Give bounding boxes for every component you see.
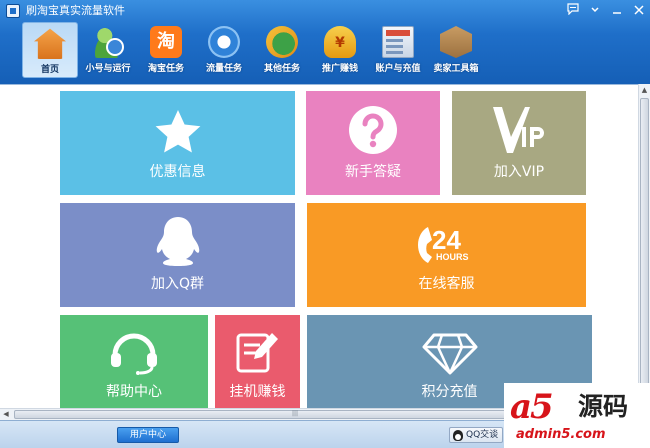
nav-item-home[interactable]: 首页 bbox=[22, 22, 78, 78]
tile-offers[interactable]: 优惠信息 bbox=[60, 91, 295, 195]
headset-icon bbox=[109, 329, 159, 375]
qq-penguin-icon bbox=[155, 215, 201, 267]
tile-idle-earn[interactable]: 挂机赚钱 bbox=[215, 315, 300, 415]
home-icon bbox=[34, 28, 66, 59]
menu-icon[interactable] bbox=[584, 0, 606, 22]
account-window-icon bbox=[382, 26, 414, 58]
question-icon bbox=[348, 105, 398, 155]
vip-icon bbox=[491, 105, 547, 155]
user-center-button[interactable]: 用户中心 bbox=[117, 427, 179, 443]
nav-item-accounts-run[interactable]: 小号与运行 bbox=[80, 22, 136, 78]
tile-online-service[interactable]: 24 HOURS 在线客服 bbox=[307, 203, 586, 307]
phone-24h-icon: 24 HOURS bbox=[414, 223, 480, 267]
tile-label: 新手答疑 bbox=[345, 164, 401, 180]
feedback-icon[interactable] bbox=[562, 0, 584, 22]
tile-label: 加入Q群 bbox=[150, 276, 205, 292]
nav-item-other-tasks[interactable]: 其他任务 bbox=[254, 22, 310, 78]
watermark-a5: a5 bbox=[510, 387, 554, 427]
toolbox-icon bbox=[440, 26, 472, 58]
nav-label: 账户与充值 bbox=[375, 64, 421, 74]
tile-label: 帮助中心 bbox=[106, 384, 162, 400]
app-icon bbox=[6, 4, 20, 18]
watermark-domain: admin5.com bbox=[516, 427, 606, 442]
tile-faq[interactable]: 新手答疑 bbox=[306, 91, 440, 195]
scroll-grip-icon: ||| bbox=[292, 410, 299, 417]
taobao-icon: 淘 bbox=[150, 26, 182, 58]
refresh-globe-icon bbox=[208, 26, 240, 58]
nav-label: 其他任务 bbox=[263, 64, 300, 74]
main-nav: 首页 小号与运行 淘 淘宝任务 流量任务 其他任务 ¥ 推广赚钱 账户与充值 卖… bbox=[22, 22, 484, 80]
nav-label: 流量任务 bbox=[205, 64, 242, 74]
watermark-logo: a5 源码 admin5.com bbox=[504, 383, 650, 448]
star-icon bbox=[154, 109, 202, 155]
scroll-up-icon[interactable]: ▲ bbox=[639, 84, 650, 96]
close-icon[interactable] bbox=[628, 0, 650, 22]
money-bag-icon: ¥ bbox=[324, 26, 356, 58]
nav-item-promotion[interactable]: ¥ 推广赚钱 bbox=[312, 22, 368, 78]
diamond-icon bbox=[422, 333, 478, 375]
user-clock-icon bbox=[92, 26, 124, 58]
tile-qq-group[interactable]: 加入Q群 bbox=[60, 203, 295, 307]
tile-vip[interactable]: 加入VIP bbox=[452, 91, 586, 195]
badge-number: 24 bbox=[432, 225, 461, 255]
nav-label: 推广赚钱 bbox=[321, 64, 358, 74]
nav-item-seller-toolbox[interactable]: 卖家工具箱 bbox=[428, 22, 484, 78]
globe-plane-icon bbox=[266, 26, 298, 58]
tile-label: 挂机赚钱 bbox=[229, 384, 286, 400]
title-bar: 刷淘宝真实流量软件 首页 小号与运行 淘 淘宝任务 流量任务 其他任务 ¥ 推广… bbox=[0, 0, 650, 84]
qq-chat-button[interactable]: QQ交谈 bbox=[449, 427, 503, 443]
pencil-edit-icon bbox=[236, 329, 280, 375]
vertical-scrollbar[interactable]: ▲ ▼ bbox=[638, 84, 650, 408]
tile-label: 优惠信息 bbox=[149, 164, 206, 180]
tile-help-center[interactable]: 帮助中心 bbox=[60, 315, 208, 415]
vertical-scroll-thumb[interactable] bbox=[640, 98, 649, 390]
window-title: 刷淘宝真实流量软件 bbox=[26, 4, 125, 17]
home-panel: 优惠信息 新手答疑 加入VIP 加入Q群 24 HOURS 在线客服 帮助中心 … bbox=[0, 84, 650, 424]
minimize-icon[interactable] bbox=[606, 0, 628, 22]
nav-label: 淘宝任务 bbox=[147, 64, 184, 74]
tile-label: 积分充值 bbox=[421, 384, 478, 400]
nav-item-account-recharge[interactable]: 账户与充值 bbox=[370, 22, 426, 78]
nav-label: 卖家工具箱 bbox=[433, 64, 479, 74]
window-controls bbox=[562, 0, 650, 22]
badge-text: HOURS bbox=[436, 252, 469, 262]
nav-label: 小号与运行 bbox=[85, 64, 131, 74]
qq-chat-label: QQ交谈 bbox=[466, 430, 499, 440]
nav-item-taobao-tasks[interactable]: 淘 淘宝任务 bbox=[138, 22, 194, 78]
nav-item-flow-tasks[interactable]: 流量任务 bbox=[196, 22, 252, 78]
tile-label: 在线客服 bbox=[418, 276, 475, 292]
nav-label: 首页 bbox=[40, 65, 59, 75]
tile-label: 加入VIP bbox=[493, 164, 545, 180]
scroll-left-icon[interactable]: ◀ bbox=[0, 409, 12, 420]
watermark-cn: 源码 bbox=[578, 392, 629, 421]
qq-icon bbox=[453, 430, 463, 441]
